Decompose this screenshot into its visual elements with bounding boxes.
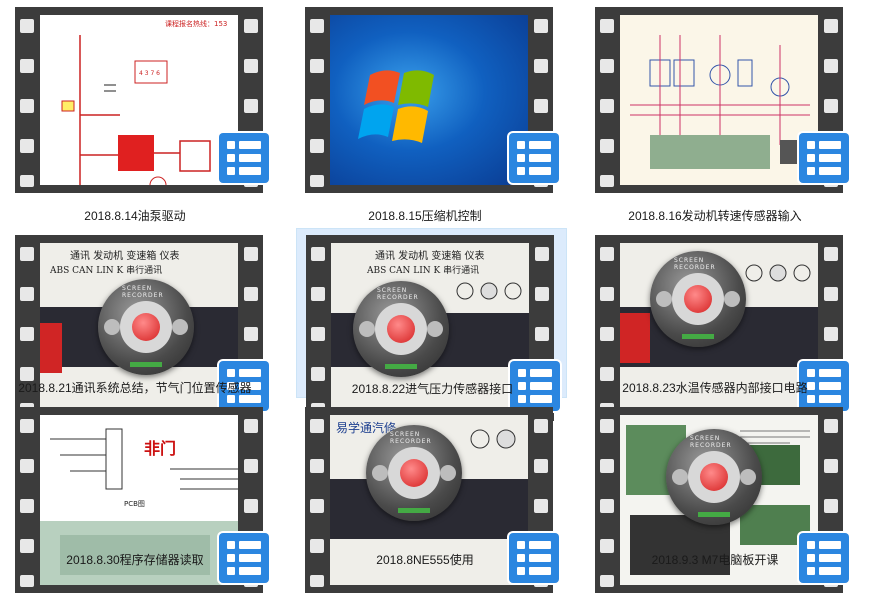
screen-recorder-icon: SCREEN RECORDER (98, 279, 194, 375)
video-item-selected[interactable]: 通讯 发动机 变速箱 仪表 ABS CAN LIN K 串行通讯 SCREEN … (296, 228, 568, 421)
video-thumbnail[interactable]: 易学通汽修 SCREEN RECORDER (305, 407, 559, 597)
screen-recorder-icon: SCREEN RECORDER (666, 429, 762, 525)
video-item[interactable]: 易学通汽修 SCREEN RECORDER 2018.8NE555使用 (290, 400, 560, 593)
video-title[interactable]: 2018.8.14油泵驱动 (0, 207, 270, 224)
video-thumbnail[interactable]: 课程报名热线：153 4 3 7 6 (15, 7, 269, 197)
frame-image (620, 15, 818, 185)
video-item[interactable]: 通讯 发动机 变速箱 仪表 ABS CAN LIN K 串行通讯 SCREEN … (0, 228, 270, 421)
video-title[interactable]: 2018.8.22进气压力传感器接口 (297, 380, 568, 397)
video-title[interactable]: 2018.8.23水温传感器内部接口电路 (580, 379, 850, 396)
video-thumbnail[interactable]: 非门 PCB图 (15, 407, 269, 597)
frame-image (330, 15, 528, 185)
svg-text:4 3 7 6: 4 3 7 6 (139, 70, 160, 77)
video-grid: 课程报名热线：153 4 3 7 6 2018.8.14油泵驱动 2018.8.… (0, 0, 870, 593)
video-title[interactable]: 2018.8.16发动机转速传感器输入 (580, 207, 850, 224)
thumb-text-2: ABS CAN LIN K 串行通讯 (50, 266, 163, 276)
video-item[interactable]: 2018.8.15压缩机控制 (290, 0, 560, 223)
video-thumbnail[interactable]: SCREEN RECORDER (595, 407, 849, 597)
video-thumbnail[interactable]: 通讯 发动机 变速箱 仪表 ABS CAN LIN K 串行通讯 SCREEN … (15, 235, 269, 425)
video-thumbnail[interactable]: SCREEN RECORDER (595, 235, 849, 425)
thumb-text: 通讯 发动机 变速箱 仪表 (70, 251, 180, 262)
video-item[interactable]: 2018.8.16发动机转速传感器输入 (580, 0, 850, 223)
video-file-icon (509, 133, 559, 183)
video-item[interactable]: 非门 PCB图 2018.8.30程序存储器读取 (0, 400, 270, 593)
video-item[interactable]: SCREEN RECORDER 2018.9.3 M7电脑板开课 (580, 400, 850, 593)
video-thumbnail[interactable] (595, 7, 849, 197)
video-title[interactable]: 2018.8NE555使用 (290, 551, 560, 568)
video-title[interactable]: 2018.9.3 M7电脑板开课 (580, 551, 850, 568)
video-thumbnail[interactable] (305, 7, 559, 197)
video-file-icon (219, 133, 269, 183)
frame-image: 课程报名热线：153 4 3 7 6 (40, 15, 238, 185)
video-title[interactable]: 2018.8.30程序存储器读取 (0, 551, 270, 568)
video-title[interactable]: 2018.8.15压缩机控制 (290, 207, 560, 224)
video-title[interactable]: 2018.8.21通讯系统总结，节气门位置传感器 (0, 379, 270, 396)
video-item[interactable]: 课程报名热线：153 4 3 7 6 2018.8.14油泵驱动 (0, 0, 270, 223)
video-item[interactable]: SCREEN RECORDER 2018.8.23水温传感器内部接口电路 (580, 228, 850, 421)
video-file-icon (799, 133, 849, 183)
